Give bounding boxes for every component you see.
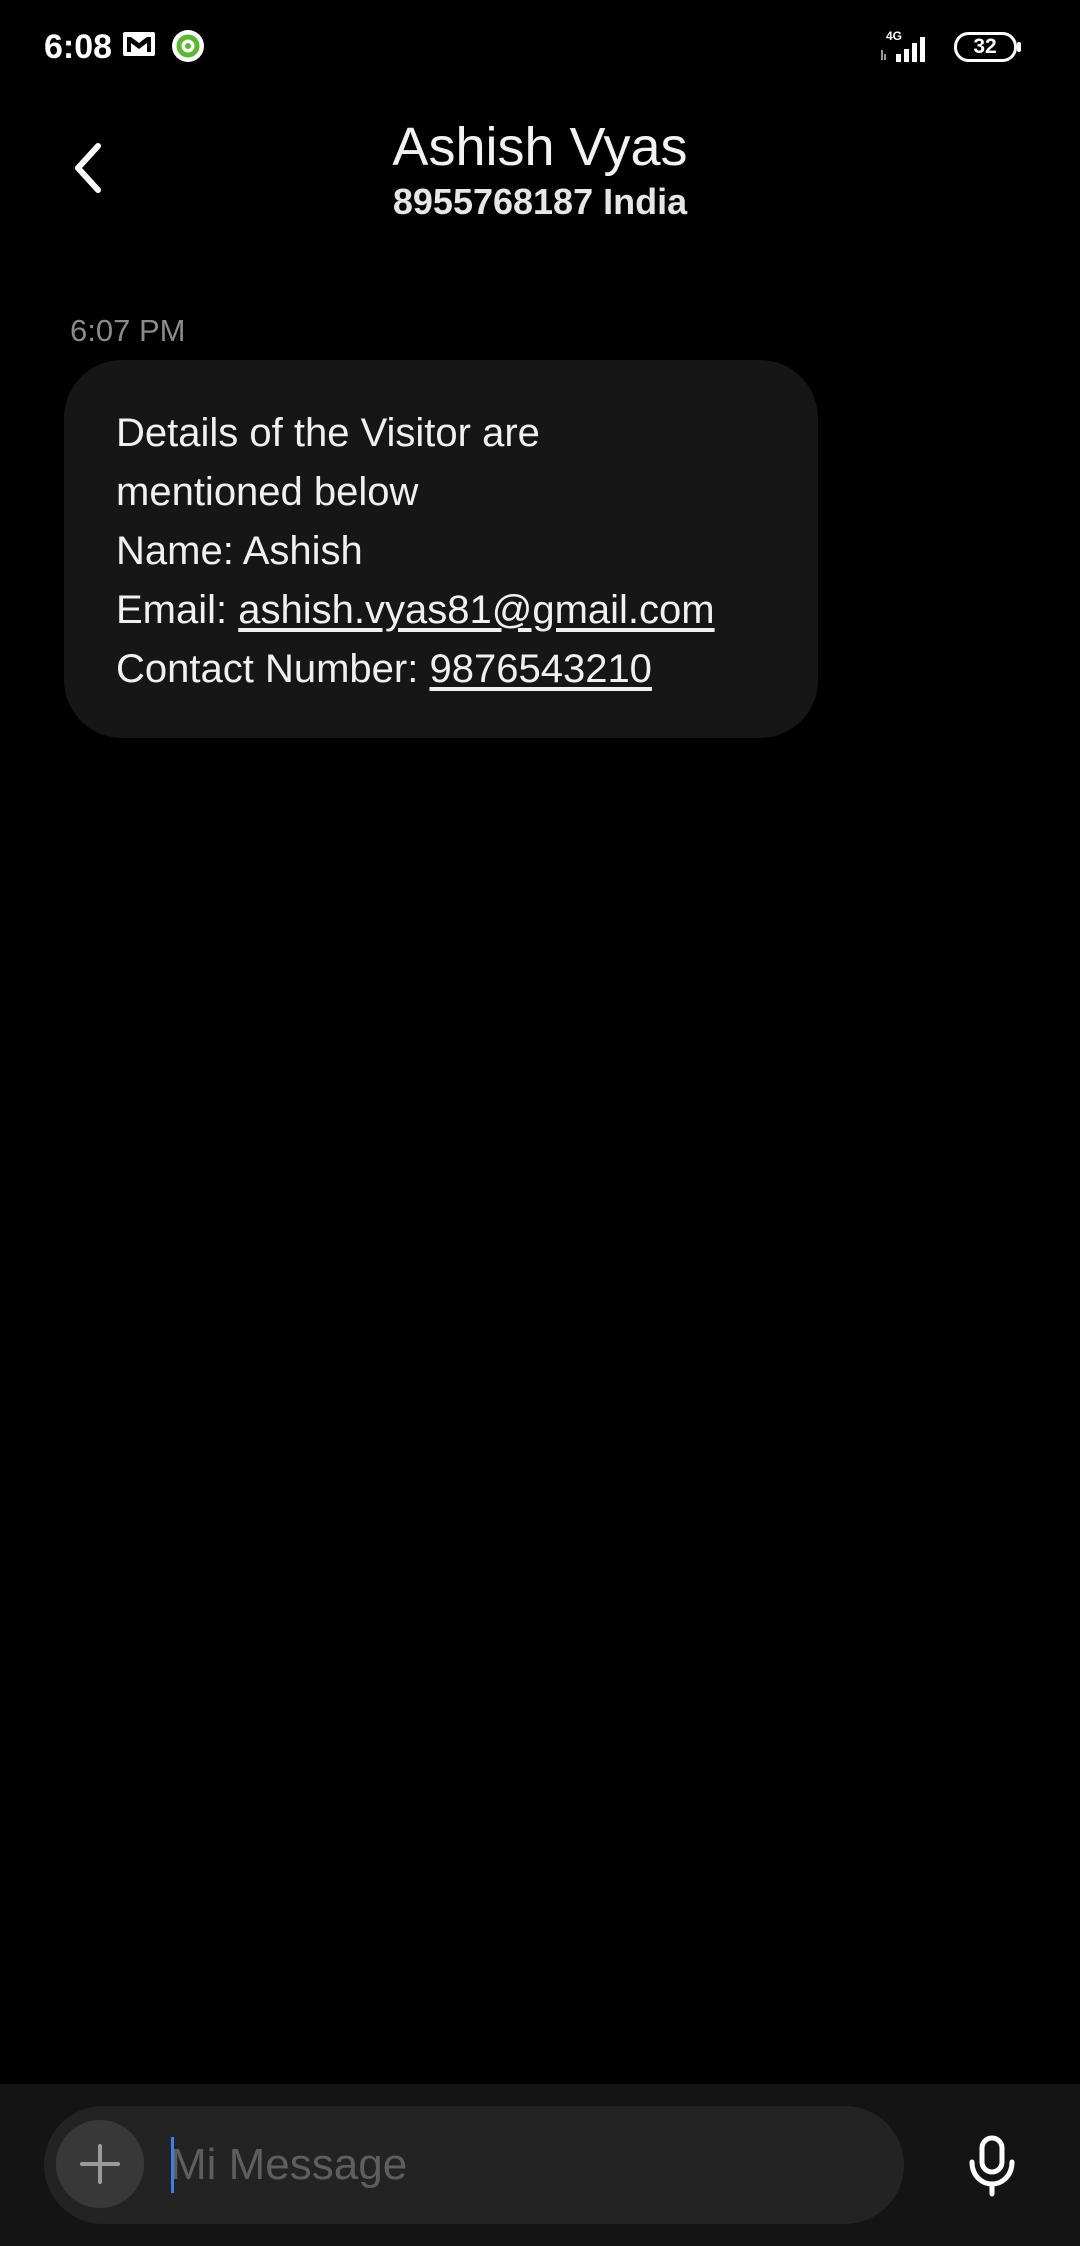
microphone-icon <box>969 2135 1015 2197</box>
battery-level: 32 <box>973 35 997 58</box>
message-bubble[interactable]: Details of the Visitor are mentioned bel… <box>64 360 818 738</box>
status-bar: 6:08 4G 32 <box>0 0 1080 94</box>
text-cursor <box>171 2137 174 2193</box>
message-input[interactable] <box>170 2130 870 2200</box>
contact-number-label: Contact Number: <box>116 647 430 691</box>
network-type-label: 4G <box>886 29 902 43</box>
contact-name: Ashish Vyas <box>392 117 688 177</box>
message-contact-line: Contact Number: 9876543210 <box>116 640 778 699</box>
back-button[interactable] <box>60 134 116 202</box>
mail-icon <box>123 32 155 56</box>
message-line: mentioned below <box>116 470 419 514</box>
email-link[interactable]: ashish.vyas81@gmail.com <box>238 588 714 632</box>
message-timestamp: 6:07 PM <box>70 313 186 348</box>
message-email-line: Email: ashish.vyas81@gmail.com <box>116 581 778 640</box>
attach-button[interactable] <box>56 2120 144 2208</box>
status-time: 6:08 <box>44 28 113 66</box>
signal-icon: 4G <box>881 29 925 62</box>
contact-number-country: 8955768187 India <box>392 181 688 222</box>
chevron-left-icon <box>75 143 101 193</box>
plus-icon <box>80 2144 120 2184</box>
green-ring-app-icon <box>172 30 204 62</box>
message-name-line: Name: Ashish <box>116 529 363 573</box>
message-line: Details of the Visitor are <box>116 411 540 455</box>
email-label: Email: <box>116 588 239 632</box>
phone-number-link[interactable]: 9876543210 <box>429 647 651 691</box>
microphone-button[interactable] <box>960 2128 1024 2204</box>
